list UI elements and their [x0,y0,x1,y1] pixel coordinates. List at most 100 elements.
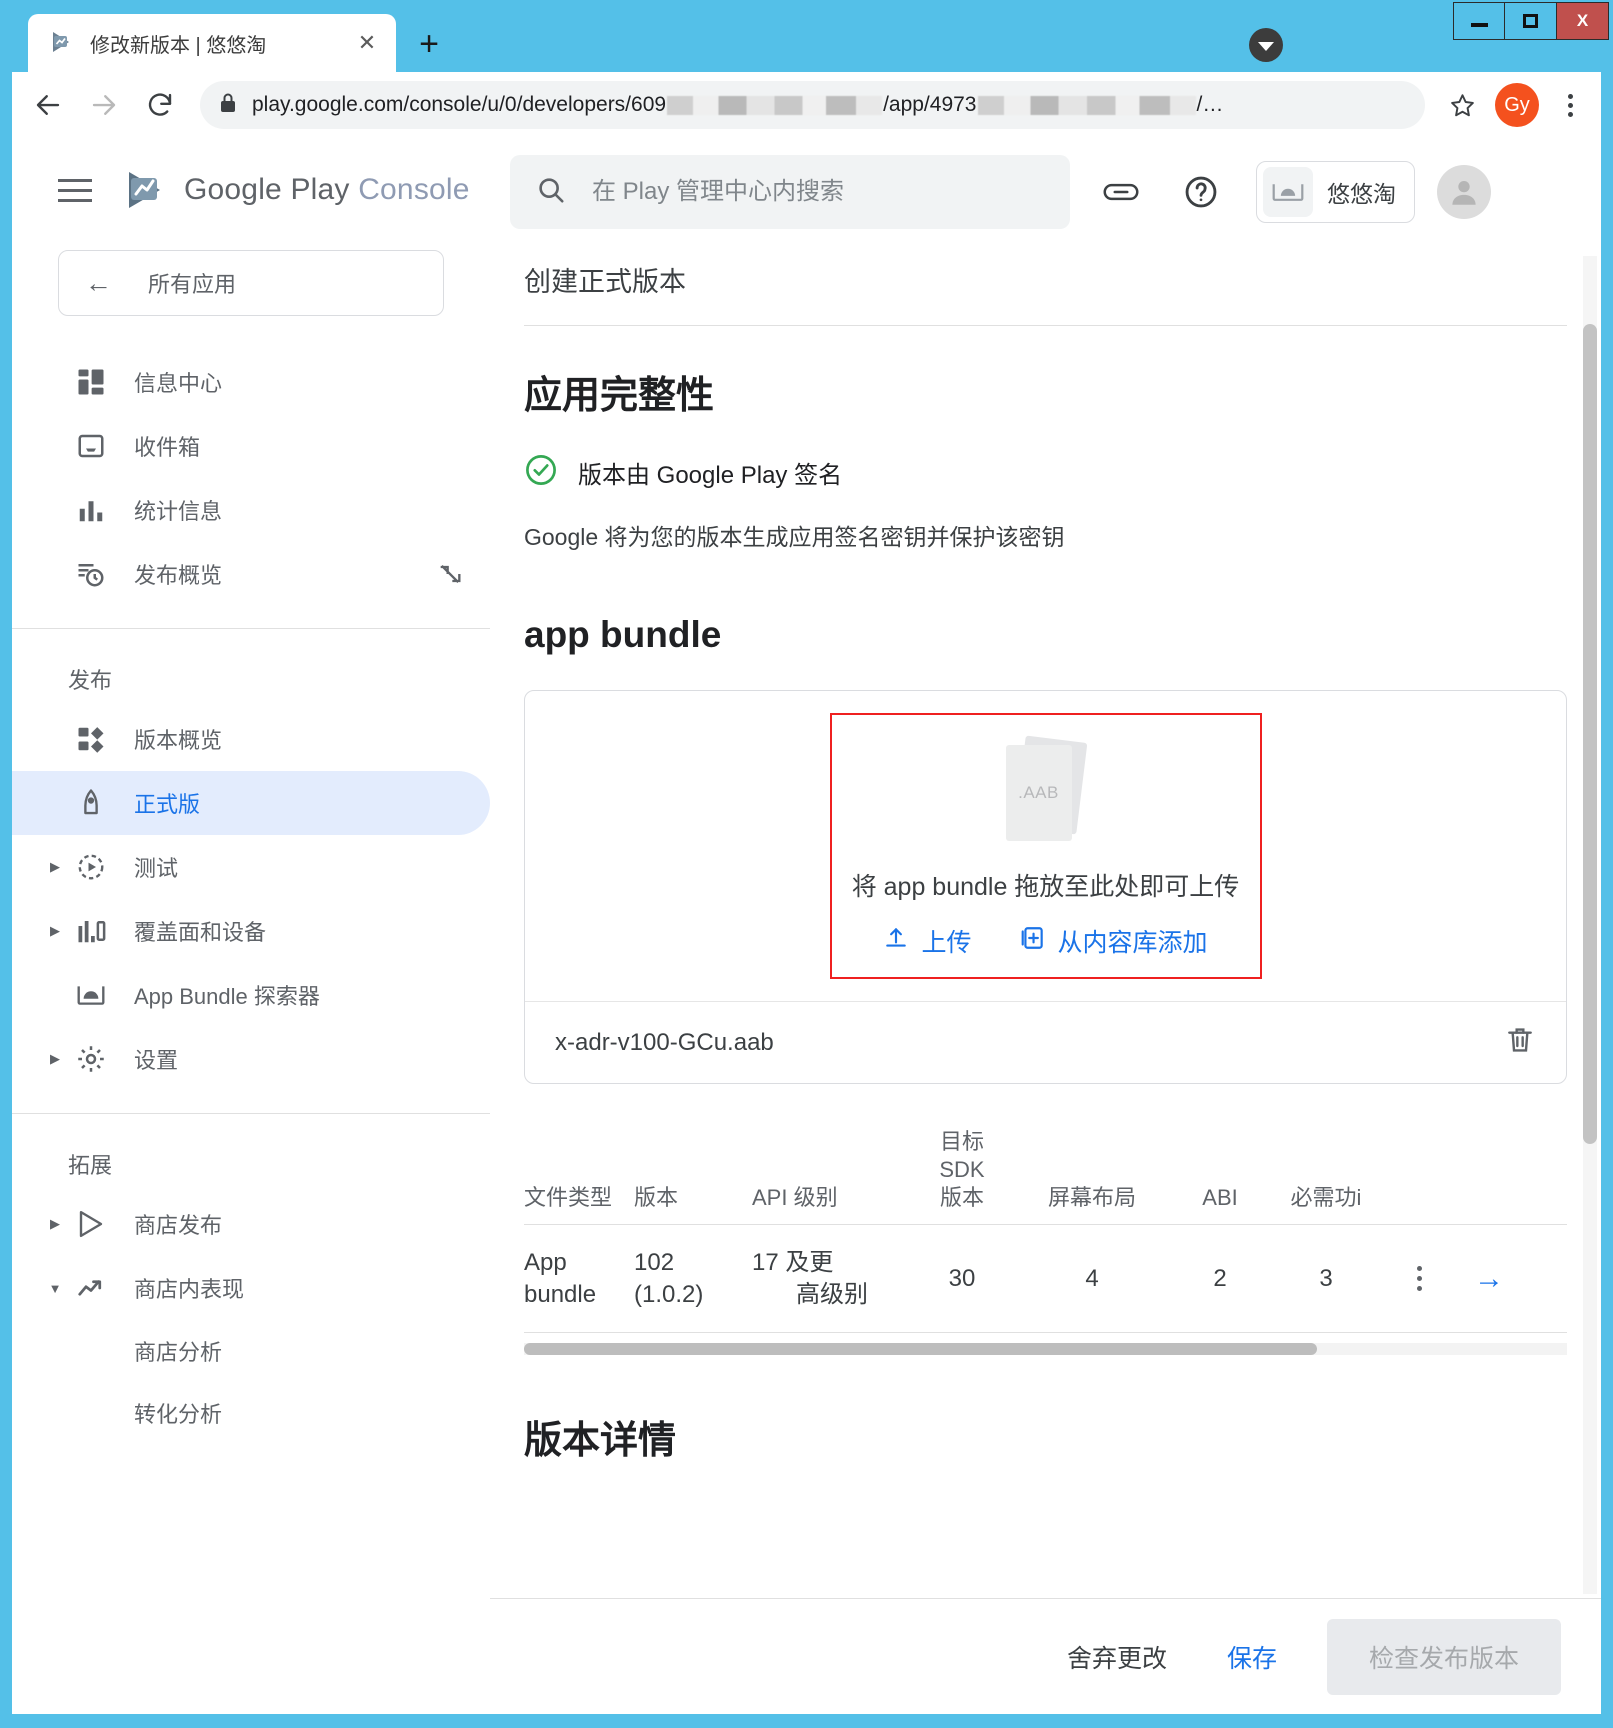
tab-strip: 修改新版本 | 悠悠淘 ✕ + [28,14,452,72]
profile-avatar[interactable]: Gy [1495,83,1539,127]
sidebar-primary-list: 信息中心 收件箱 统计信息 发布概览 发布 版本概览 正式版 ▶ 测试 ▶ 覆盖… [12,350,490,1444]
chevron-right-icon[interactable]: ▶ [42,923,68,939]
sidebar-item-reach-devices[interactable]: ▶ 覆盖面和设备 [12,899,490,963]
release-overview-icon [72,559,110,589]
aab-front-page: .AAB [1005,745,1072,841]
column-header-target-sdk: 目标 SDK 版本 [912,1128,1012,1212]
download-indicator-icon[interactable] [1249,28,1283,62]
browser-window: 修改新版本 | 悠悠淘 ✕ + X play.google.com/consol… [0,0,1613,1728]
android-head-icon [1263,167,1313,217]
sidebar-subitem-store-analytics[interactable]: 商店分析 [12,1320,490,1382]
sidebar-item-label: 收件箱 [134,435,201,460]
section-heading-integrity: 应用完整性 [524,375,715,417]
help-circle-icon[interactable] [1172,163,1230,221]
sidebar-subitem-conversion-analytics[interactable]: 转化分析 [12,1382,490,1444]
arrow-right-icon[interactable]: → [1474,1262,1504,1295]
page-vertical-scrollbar[interactable] [1583,256,1597,1594]
column-header-screen-layout: 屏幕布局 [1047,1185,1136,1211]
chevron-right-icon[interactable]: ▶ [42,1051,68,1067]
sidebar-item-production[interactable]: 正式版 [12,771,490,835]
maximize-icon [1523,14,1538,28]
column-header-file-type: 文件类型 [524,1185,613,1211]
reload-button[interactable] [134,79,186,131]
uploaded-file-row: x-adr-v100-GCu.aab [525,1001,1566,1083]
sidebar-item-dashboard[interactable]: 信息中心 [12,350,490,414]
sidebar-item-release-overview[interactable]: 发布概览 [12,542,490,606]
sidebar-item-statistics[interactable]: 统计信息 [12,478,490,542]
sidebar-item-label: 商店分析 [134,1340,223,1365]
review-release-button[interactable]: 检查发布版本 [1326,1618,1561,1695]
android-bundle-icon [72,980,110,1010]
search-box[interactable] [510,155,1070,229]
table-row[interactable]: App bundle 102 (1.0.2) 17 及更 高级别 30 4 2 … [524,1225,1567,1333]
hamburger-menu-icon[interactable] [58,178,98,202]
brand-title: Google Play Console [184,173,470,207]
search-icon [536,175,566,210]
back-button[interactable] [22,79,74,131]
window-title-bar: 修改新版本 | 悠悠淘 ✕ + X [0,0,1613,72]
minimize-button[interactable] [1453,2,1505,40]
sidebar-item-label: 转化分析 [134,1402,223,1427]
save-button[interactable]: 保存 [1217,1627,1287,1687]
check-circle-icon [524,453,558,492]
sidebar-item-label: 信息中心 [134,371,223,396]
browser-menu-icon[interactable] [1549,82,1591,128]
scrollbar-thumb[interactable] [1583,324,1597,1144]
address-bar[interactable]: play.google.com/console/u/0/developers/6… [200,81,1425,129]
cell-required-features: 3 [1319,1265,1333,1293]
sidebar-item-store-performance[interactable]: ▼ 商店内表现 [12,1256,490,1320]
statistics-bar-icon [72,495,110,525]
version-line-1: 102 [634,1249,675,1277]
sidebar: Google Play Console ← 所有应用 信息中心 收件箱 统计信息… [12,138,490,1714]
row-expand-button[interactable]: → [1454,1259,1524,1298]
link-icon[interactable] [1092,163,1150,221]
sidebar-item-label: 统计信息 [134,499,223,524]
chevron-down-icon[interactable]: ▼ [42,1281,68,1296]
close-window-button[interactable]: X [1557,2,1609,40]
sidebar-item-testing[interactable]: ▶ 测试 [12,835,490,899]
upload-button[interactable]: 上传 [883,923,972,959]
dropzone-text: 将 app bundle 拖放至此处即可上传 [851,873,1240,901]
bookmark-star-icon[interactable] [1439,82,1485,128]
sidebar-item-label: 设置 [134,1048,179,1073]
kebab-menu-icon[interactable] [1384,1266,1454,1292]
chevron-right-icon[interactable]: ▶ [42,859,68,875]
account-chip[interactable]: 悠悠淘 [1256,161,1415,223]
sidebar-section-grow: 拓展 [68,1153,113,1178]
sidebar-item-settings[interactable]: ▶ 设置 [12,1027,490,1091]
sidebar-item-inbox[interactable]: 收件箱 [12,414,490,478]
trash-icon[interactable] [1504,1024,1536,1061]
url-prefix: play.google.com/console/u/0/developers/6… [252,93,667,116]
cell-target-sdk: 30 [948,1265,976,1293]
content-scroll-area[interactable]: 创建正式版本 应用完整性 版本由 Google Play 签名 Google 将… [490,246,1601,1598]
sidebar-divider-2 [12,1113,490,1114]
sidebar-item-store-presence[interactable]: ▶ 商店发布 [12,1192,490,1256]
add-from-library-icon [1020,925,1046,958]
dropzone-actions: 上传 从内容库添加 [883,923,1208,959]
new-tab-button[interactable]: + [406,21,452,67]
table-horizontal-scrollbar[interactable] [524,1342,1567,1355]
url-middle: /app/4973 [883,93,977,116]
sidebar-item-releases-overview[interactable]: 版本概览 [12,707,490,771]
api-level-line-1: 17 及更 [752,1249,834,1277]
row-more-menu[interactable] [1384,1266,1454,1292]
forward-button[interactable] [78,79,130,131]
chevron-right-icon[interactable]: ▶ [42,1216,68,1232]
maximize-button[interactable] [1505,2,1557,40]
window-controls: X [1453,2,1609,40]
add-from-library-button[interactable]: 从内容库添加 [1020,923,1208,959]
discard-changes-button[interactable]: 舍弃更改 [1057,1627,1177,1687]
inbox-icon [72,431,110,461]
sidebar-item-app-bundle-explorer[interactable]: App Bundle 探索器 [12,963,490,1027]
scrollbar-thumb[interactable] [524,1342,1317,1355]
app-bundle-dropzone[interactable]: .AAB 将 app bundle 拖放至此处即可上传 上传 从内容库添加 [829,713,1262,979]
url-suffix: /… [1196,93,1224,116]
close-tab-icon[interactable]: ✕ [352,28,382,58]
dropzone-wrapper: .AAB 将 app bundle 拖放至此处即可上传 上传 从内容库添加 [525,691,1566,1001]
crossed-eye-icon[interactable] [436,560,464,588]
testing-play-icon [72,852,110,882]
user-avatar[interactable] [1437,165,1491,219]
search-input[interactable] [592,178,1044,206]
all-apps-button[interactable]: ← 所有应用 [58,250,444,316]
browser-tab[interactable]: 修改新版本 | 悠悠淘 ✕ [28,14,396,72]
